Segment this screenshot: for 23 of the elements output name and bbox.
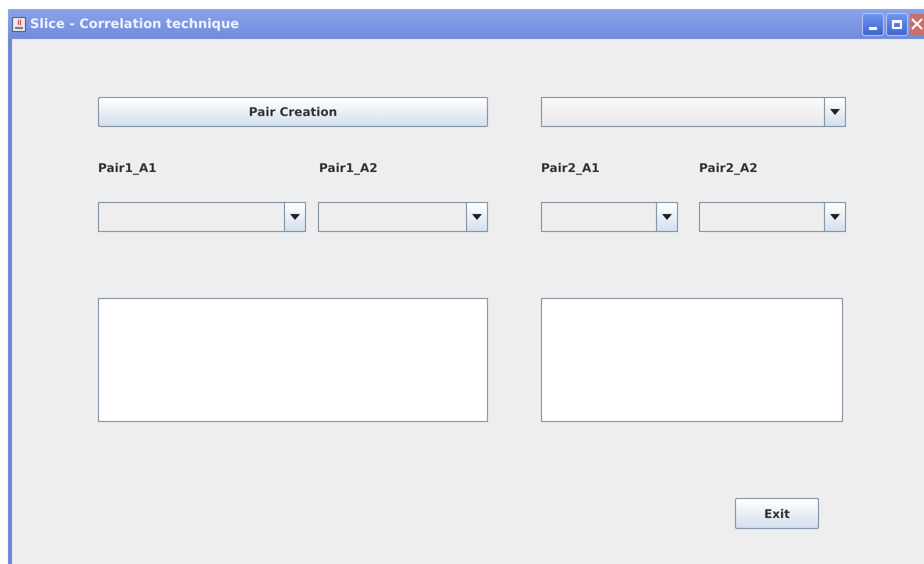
text-area[interactable]	[541, 298, 843, 422]
dropdown[interactable]	[541, 202, 678, 232]
caret-icon	[662, 214, 672, 220]
field-label: Pair1_A1	[98, 161, 158, 175]
maximize-button[interactable]	[886, 12, 908, 36]
pair-creation-button[interactable]: Pair Creation	[98, 97, 488, 127]
text-area[interactable]	[98, 298, 488, 422]
caret-icon	[290, 214, 300, 220]
dropdown[interactable]	[98, 202, 306, 232]
exit-button[interactable]: Exit	[735, 498, 819, 529]
app-icon	[12, 16, 26, 32]
caret-icon	[472, 214, 482, 220]
dropdown[interactable]	[699, 202, 846, 232]
dropdown[interactable]	[541, 97, 846, 127]
minimize-button[interactable]	[862, 12, 884, 36]
window-title: Slice - Correlation technique	[30, 16, 240, 32]
field-label: Pair2_A2	[699, 161, 759, 175]
caret-icon	[830, 109, 840, 115]
close-button[interactable]	[910, 14, 924, 34]
field-label: Pair2_A1	[541, 161, 601, 175]
dropdown[interactable]	[318, 202, 488, 232]
field-label: Pair1_A2	[319, 161, 379, 175]
caret-icon	[830, 214, 840, 220]
